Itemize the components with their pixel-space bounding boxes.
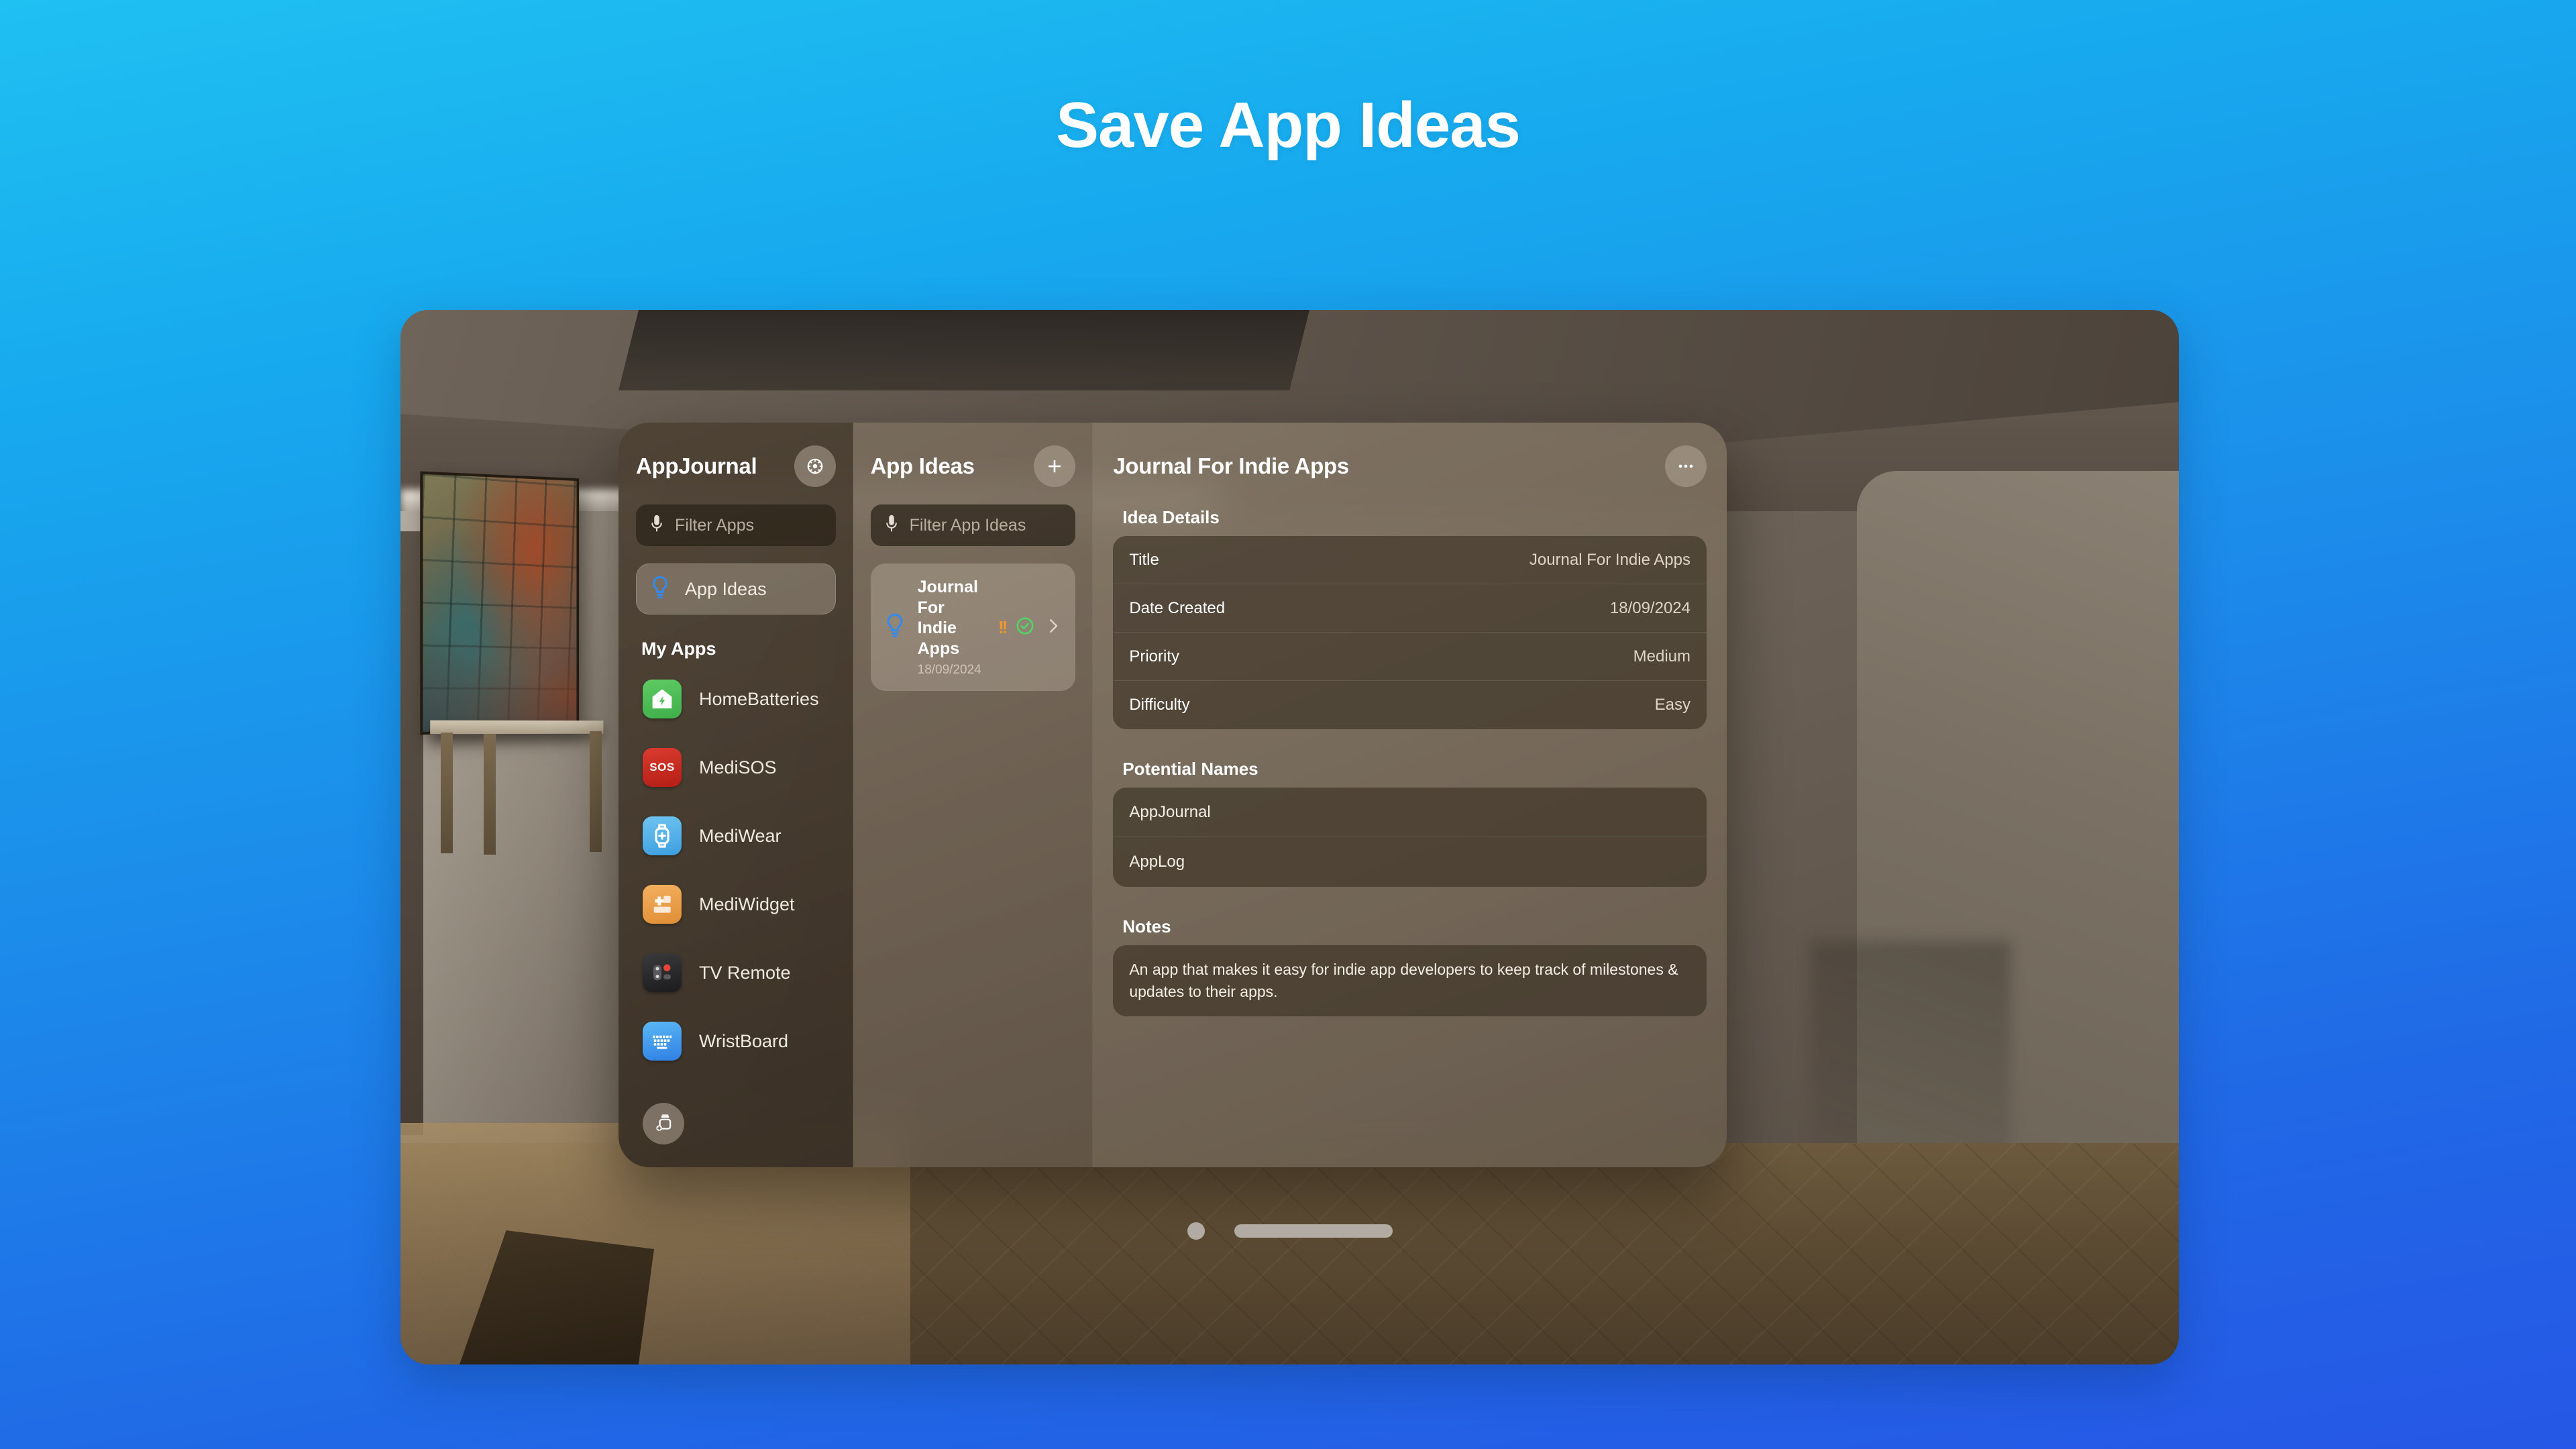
idea-card-text: Journal For Indie Apps 18/09/2024 — [918, 577, 986, 678]
list-item[interactable]: HomeBatteries — [636, 665, 836, 733]
page-headline: Save App Ideas — [0, 89, 2576, 162]
home-battery-icon — [643, 680, 682, 718]
new-window-icon — [653, 1113, 674, 1134]
list-item[interactable]: WristBoard — [636, 1007, 836, 1075]
window-controls — [1187, 1222, 1393, 1240]
microphone-icon — [649, 514, 664, 537]
potential-names-group: AppJournal AppLog — [1113, 788, 1707, 887]
idea-title-line2: Indie Apps — [918, 618, 986, 659]
remote-icon — [643, 953, 682, 992]
app-name: WristBoard — [699, 1031, 788, 1052]
watch-plus-icon — [643, 816, 682, 855]
sidebar-item-app-ideas[interactable]: App Ideas — [636, 564, 836, 614]
list-header: App Ideas — [871, 445, 1076, 487]
idea-date: 18/09/2024 — [918, 663, 986, 678]
table-row[interactable]: Priority Medium — [1113, 633, 1707, 681]
app-name: MediWear — [699, 826, 782, 847]
row-value: Easy — [1655, 696, 1690, 714]
section-label-notes: Notes — [1122, 916, 1707, 937]
window-resize-handle[interactable] — [1234, 1224, 1393, 1238]
list-item[interactable]: AppJournal — [1113, 788, 1707, 837]
keyboard-icon — [643, 1022, 682, 1061]
row-value: Medium — [1633, 647, 1690, 666]
row-value: Journal For Indie Apps — [1529, 551, 1690, 570]
filter-ideas-input[interactable]: Filter App Ideas — [871, 504, 1076, 546]
potential-name: AppJournal — [1129, 803, 1210, 822]
settings-button[interactable] — [794, 445, 836, 487]
wall-painting — [420, 472, 579, 735]
app-window: AppJournal Filter Apps App Ideas My Apps… — [619, 423, 1727, 1167]
app-ideas-list-panel: App Ideas Filter App Ideas Journal For I… — [853, 423, 1093, 1167]
widget-plus-icon — [643, 885, 682, 924]
table-leg — [441, 733, 453, 853]
table-row[interactable]: Difficulty Easy — [1113, 681, 1707, 729]
list-item[interactable]: MediWear — [636, 802, 836, 870]
lightbulb-icon — [650, 575, 670, 604]
list-item[interactable]: MediWidget — [636, 870, 836, 938]
row-key: Difficulty — [1129, 696, 1189, 714]
table-row[interactable]: Title Journal For Indie Apps — [1113, 536, 1707, 584]
list-item[interactable]: SOS MediSOS — [636, 733, 836, 802]
app-name: MediSOS — [699, 757, 777, 778]
app-name: TV Remote — [699, 963, 791, 983]
row-key: Priority — [1129, 647, 1179, 666]
app-name: HomeBatteries — [699, 689, 819, 710]
filter-apps-input[interactable]: Filter Apps — [636, 504, 836, 546]
more-options-button[interactable] — [1665, 445, 1707, 487]
page-title: Journal For Indie Apps — [1113, 453, 1349, 479]
priority-badge: !! — [998, 617, 1006, 638]
idea-details-group: Title Journal For Indie Apps Date Create… — [1113, 536, 1707, 729]
sos-icon: SOS — [643, 748, 682, 787]
visionos-screenshot-frame: AppJournal Filter Apps App Ideas My Apps… — [400, 310, 2179, 1364]
potential-name: AppLog — [1129, 853, 1185, 871]
window-close-button[interactable] — [1187, 1222, 1205, 1240]
idea-title-line1: Journal For — [918, 577, 986, 618]
list-item[interactable]: AppLog — [1113, 837, 1707, 887]
ceiling-skylight-panel — [619, 310, 1309, 390]
notes-text: An app that makes it easy for indie app … — [1113, 945, 1707, 1016]
row-value: 18/09/2024 — [1610, 599, 1690, 618]
sidebar-header: AppJournal — [636, 445, 836, 487]
app-title: AppJournal — [636, 453, 757, 479]
sidebar-item-label: App Ideas — [685, 579, 767, 600]
table-leg — [590, 731, 602, 852]
section-label-idea-details: Idea Details — [1122, 507, 1707, 528]
section-label-potential-names: Potential Names — [1122, 759, 1707, 780]
sidebar: AppJournal Filter Apps App Ideas My Apps… — [619, 423, 853, 1167]
painting-canvas — [420, 472, 579, 735]
chevron-right-icon — [1044, 616, 1062, 639]
list-item[interactable]: Journal For Indie Apps 18/09/2024 !! — [871, 564, 1076, 691]
add-idea-button[interactable] — [1034, 445, 1075, 487]
ellipsis-icon — [1676, 456, 1696, 476]
table-leg — [484, 734, 496, 855]
filter-ideas-placeholder: Filter App Ideas — [910, 516, 1026, 535]
gear-icon — [805, 456, 825, 476]
microphone-icon — [884, 514, 899, 537]
list-title: App Ideas — [871, 453, 975, 479]
marketing-page: Save App Ideas AppJournal Filter Apps Ap… — [0, 0, 2576, 1449]
check-circle-icon — [1015, 616, 1035, 639]
lightbulb-icon — [884, 612, 906, 643]
app-name: MediWidget — [699, 894, 795, 915]
list-item[interactable]: TV Remote — [636, 938, 836, 1007]
plus-icon — [1044, 456, 1065, 476]
console-table — [430, 720, 603, 735]
my-apps-section-label: My Apps — [641, 639, 836, 659]
idea-detail-panel: Journal For Indie Apps Idea Details Titl… — [1093, 423, 1727, 1167]
new-window-button[interactable] — [643, 1103, 684, 1144]
filter-apps-placeholder: Filter Apps — [675, 516, 754, 535]
sidebar-footer — [643, 1103, 684, 1144]
idea-card-meta: !! — [998, 616, 1062, 639]
row-key: Title — [1129, 551, 1159, 570]
detail-header: Journal For Indie Apps — [1113, 445, 1707, 487]
row-key: Date Created — [1129, 599, 1225, 618]
table-row[interactable]: Date Created 18/09/2024 — [1113, 584, 1707, 633]
